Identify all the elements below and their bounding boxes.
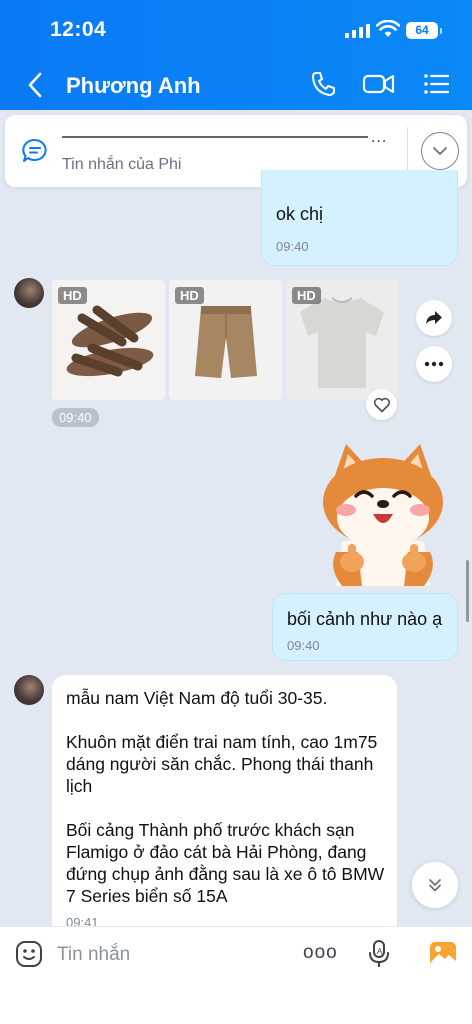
forward-icon [426,311,442,324]
message-time: 09:41 [66,915,99,926]
hd-badge: HD [292,287,321,304]
product-image-tshirt[interactable]: HD [286,280,399,400]
react-heart-button[interactable] [366,389,397,420]
heart-icon [373,397,390,412]
battery-indicator: 64 [406,22,442,39]
chat-header: 12:04 64 Phương Anh [0,0,472,110]
wifi-icon [376,20,400,37]
product-image-sandals[interactable]: HD [52,280,165,400]
status-time: 12:04 [50,18,107,41]
hd-badge: HD [58,287,87,304]
pinned-subtitle: Tin nhắn của Phi [62,156,182,173]
signal-icon [345,24,370,38]
chevron-down-icon [433,147,447,155]
pinned-expand-button[interactable] [421,132,459,170]
product-image-shorts[interactable]: HD [169,280,282,400]
menu-icon[interactable] [422,70,450,98]
forward-button[interactable] [416,300,452,336]
contact-name[interactable]: Phương Anh [66,73,201,99]
chat-bubble-icon [22,138,47,162]
message-input[interactable]: Tin nhắn [57,944,130,966]
double-chevron-down-icon [429,879,441,892]
svg-text:A: A [377,947,383,956]
avatar[interactable] [14,278,44,308]
message-time: 09:40 [287,638,320,653]
sticker-icon[interactable] [14,939,44,969]
scrollbar[interactable] [466,560,469,622]
message-text: mẫu nam Việt Nam độ tuổi 30-35. Khuôn mặ… [66,688,385,906]
pinned-ellipsis: ... [371,129,388,146]
voice-icon[interactable]: A [366,939,392,969]
back-icon[interactable] [24,70,46,100]
hd-badge: HD [175,287,204,304]
avatar[interactable] [14,675,44,705]
pinned-divider [407,127,408,173]
message-bubble-outgoing[interactable]: bối cảnh như nào ạ 09:40 [272,593,458,661]
image-icon[interactable] [428,939,458,969]
message-bubble-outgoing[interactable]: ok chị 09:40 [261,170,458,266]
video-call-icon[interactable] [362,70,396,98]
scroll-to-bottom-button[interactable] [412,862,458,908]
message-time: 09:40 [276,239,309,254]
composer-bar: Tin nhắn ooo A [0,926,472,1024]
pinned-title-redacted [62,136,368,138]
shiba-sticker[interactable] [318,440,448,590]
message-text: ok chị [276,204,324,224]
message-time: 09:40 [52,408,99,427]
message-bubble-incoming[interactable]: mẫu nam Việt Nam độ tuổi 30-35. Khuôn mặ… [52,675,397,926]
phone-icon[interactable] [310,70,338,98]
more-icon [424,361,444,367]
status-bar: 12:04 64 [0,18,472,46]
more-options-icon[interactable]: ooo [303,942,338,964]
message-text: bối cảnh như nào ạ [287,609,443,629]
more-button[interactable] [416,346,452,382]
